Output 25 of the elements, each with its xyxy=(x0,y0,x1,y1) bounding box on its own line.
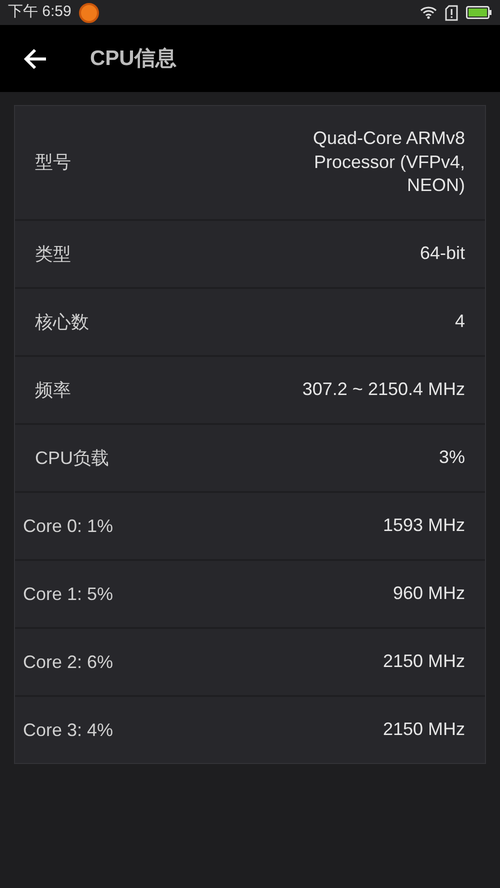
back-arrow-icon[interactable] xyxy=(24,48,48,70)
sim-alert-icon xyxy=(445,4,458,20)
wifi-icon xyxy=(420,6,437,19)
core-label: Core 1: 5% xyxy=(22,582,114,606)
field-label: 型号 xyxy=(34,151,71,174)
status-time: 下午 6:59 xyxy=(8,2,72,22)
core-frequency: 1593 MHz xyxy=(382,514,465,538)
field-value: 4 xyxy=(454,310,465,334)
field-value: 3% xyxy=(438,446,465,470)
field-value: 307.2 ~ 2150.4 MHz xyxy=(302,378,465,402)
core-frequency: 2150 MHz xyxy=(382,718,465,742)
field-value: 64-bit xyxy=(420,242,465,266)
field-label: 核心数 xyxy=(34,310,89,334)
core-frequency: 960 MHz xyxy=(392,582,465,606)
core-label: Core 3: 4% xyxy=(22,718,114,742)
field-label: CPU负载 xyxy=(34,446,110,470)
battery-icon xyxy=(466,6,492,19)
field-label: 频率 xyxy=(34,378,71,402)
core-label: Core 0: 1% xyxy=(22,514,114,538)
screen-title: CPU信息 xyxy=(90,46,176,72)
notification-icon xyxy=(79,2,100,22)
field-value: Quad-Core ARMv8 Processor (VFPv4, NEON) xyxy=(312,127,465,198)
core-frequency: 2150 MHz xyxy=(382,650,465,674)
field-label: 类型 xyxy=(34,242,71,266)
core-label: Core 2: 6% xyxy=(22,650,114,674)
